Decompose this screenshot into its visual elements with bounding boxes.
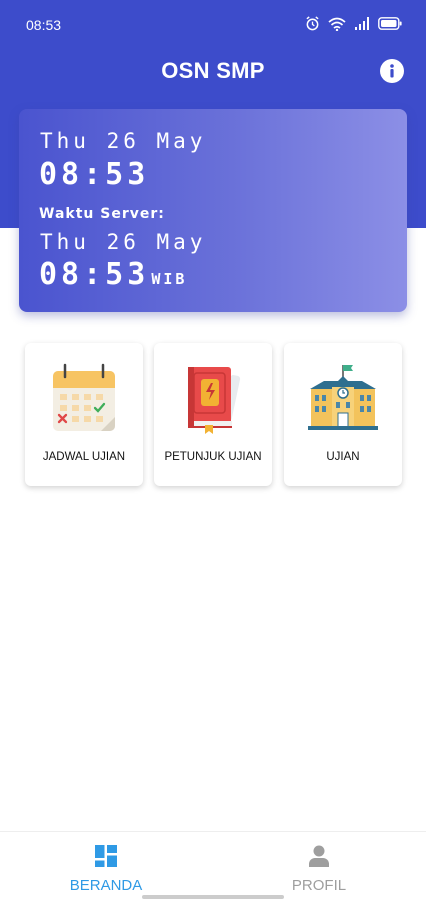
dashboard-icon	[95, 845, 117, 867]
server-date: Thu 26 May	[40, 230, 207, 254]
battery-icon	[378, 17, 402, 30]
wifi-icon	[328, 17, 346, 31]
server-time-label: Waktu Server:	[39, 206, 165, 222]
home-indicator[interactable]	[142, 895, 284, 899]
alarm-icon	[306, 16, 319, 31]
menu-petunjuk-ujian[interactable]: PETUNJUK UJIAN	[154, 343, 272, 486]
device-date: Thu 26 May	[40, 129, 207, 153]
status-bar: 08:53	[0, 0, 426, 50]
menu-label: JADWAL UJIAN	[42, 451, 126, 463]
nav-beranda[interactable]: BERANDA	[46, 844, 166, 894]
signal-icon	[355, 17, 369, 30]
info-icon	[390, 64, 394, 78]
info-button[interactable]	[380, 59, 404, 83]
status-time: 08:53	[26, 17, 62, 33]
server-time-value: 08:53	[39, 257, 150, 292]
book-icon	[180, 363, 246, 440]
page-title: OSN SMP	[161, 58, 265, 83]
calendar-icon	[51, 363, 117, 438]
nav-label-beranda: BERANDA	[69, 877, 143, 894]
school-building-icon	[306, 363, 380, 438]
bottom-navigation: BERANDA PROFIL	[0, 831, 426, 900]
device-time: 08:53	[39, 157, 150, 192]
timezone-label: WIB	[151, 270, 188, 288]
server-time: 08:53 WIB	[39, 257, 187, 292]
person-icon	[309, 845, 329, 867]
nav-label-profil: PROFIL	[291, 877, 347, 894]
clock-card: Thu 26 May 08:53 Waktu Server: Thu 26 Ma…	[19, 109, 407, 312]
status-icons	[305, 16, 402, 31]
menu-ujian[interactable]: UJIAN	[284, 343, 402, 486]
menu-label: PETUNJUK UJIAN	[164, 451, 262, 463]
menu-label: UJIAN	[326, 451, 360, 463]
menu-jadwal-ujian[interactable]: JADWAL UJIAN	[25, 343, 143, 486]
nav-profil[interactable]: PROFIL	[259, 844, 379, 894]
